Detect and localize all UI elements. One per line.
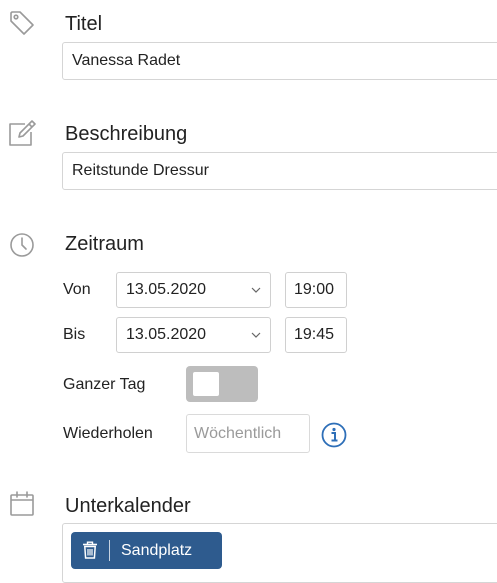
description-input[interactable]: Reitstunde Dressur (62, 152, 497, 190)
from-date-value: 13.05.2020 (126, 281, 207, 298)
to-date-value: 13.05.2020 (126, 326, 207, 343)
chevron-down-icon (251, 287, 261, 293)
trash-icon[interactable] (82, 541, 98, 559)
to-date-select[interactable]: 13.05.2020 (116, 317, 271, 353)
subcalendar-heading: Unterkalender (65, 495, 191, 517)
subcalendar-chip[interactable]: Sandplatz (71, 532, 222, 569)
info-icon[interactable] (321, 422, 347, 448)
calendar-icon (7, 488, 37, 518)
from-label: Von (63, 281, 91, 298)
from-date-select[interactable]: 13.05.2020 (116, 272, 271, 308)
clock-icon (7, 230, 37, 260)
tag-icon (7, 8, 37, 38)
to-label: Bis (63, 326, 86, 343)
toggle-knob (193, 372, 219, 396)
to-time-input[interactable]: 19:45 (285, 317, 347, 353)
from-time-input[interactable]: 19:00 (285, 272, 347, 308)
all-day-label: Ganzer Tag (63, 376, 146, 393)
chip-divider (109, 540, 110, 561)
description-heading: Beschreibung (65, 123, 188, 145)
all-day-toggle[interactable] (186, 366, 258, 402)
chevron-down-icon (251, 332, 261, 338)
repeat-label: Wiederholen (63, 425, 153, 442)
period-heading: Zeitraum (65, 233, 144, 255)
chip-label: Sandplatz (121, 542, 193, 559)
repeat-input[interactable]: Wöchentlich (186, 414, 310, 453)
title-input[interactable]: Vanessa Radet (62, 42, 497, 80)
title-heading: Titel (65, 13, 103, 35)
edit-icon (7, 118, 37, 148)
